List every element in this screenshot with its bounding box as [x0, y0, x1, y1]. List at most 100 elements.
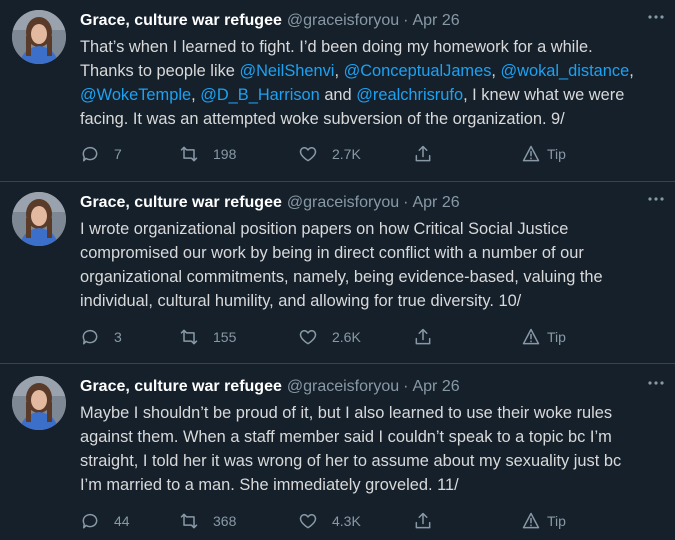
tweet-text-segment: I wrote organizational position papers o… [80, 220, 569, 238]
tweet-text-segment: , [334, 62, 344, 80]
reply-button[interactable]: 7 [80, 144, 122, 164]
more-options-icon[interactable] [644, 188, 668, 210]
tweet[interactable]: Grace, culture war refugee @graceisforyo… [0, 366, 675, 540]
reply-count: 44 [114, 513, 130, 529]
tweet-text-segment: , I knew what we were [463, 86, 625, 104]
tweet-text-line: I’m married to a man. She immediately gr… [80, 473, 662, 497]
tweet-text-segment: facing. It was an attempted woke subvers… [80, 110, 565, 128]
timeline: Grace, culture war refugee @graceisforyo… [0, 0, 675, 540]
tweet-text-line: @WokeTemple, @D_B_Harrison and @realchri… [80, 83, 662, 107]
like-button[interactable]: 2.6K [298, 327, 361, 347]
more-options-icon[interactable] [644, 6, 668, 28]
retweet-icon [180, 513, 198, 529]
like-count: 4.3K [332, 513, 361, 529]
tweet-date[interactable]: Apr 26 [412, 12, 459, 30]
tweet-text-line: compromised our work by being in direct … [80, 241, 662, 265]
retweet-button[interactable]: 198 [179, 144, 236, 164]
tweet-text-segment: individual, cultural humility, and allow… [80, 292, 522, 310]
tip-icon [522, 328, 540, 345]
tweet-text-segment: Thanks to people like [80, 62, 240, 80]
user-handle[interactable]: @graceisforyou [287, 378, 399, 396]
display-name[interactable]: Grace, culture war refugee [80, 194, 282, 212]
share-button[interactable] [413, 511, 433, 531]
tweet-text: I wrote organizational position papers o… [80, 217, 662, 313]
reply-count: 3 [114, 329, 122, 345]
retweet-button[interactable]: 368 [179, 511, 236, 531]
tip-button[interactable]: Tip [521, 144, 566, 164]
share-button[interactable] [413, 327, 433, 347]
tweet-text-segment: Maybe I shouldn’t be proud of it, but I … [80, 404, 613, 422]
avatar-photo [12, 10, 66, 64]
reply-button[interactable]: 44 [80, 511, 130, 531]
avatar[interactable] [12, 376, 66, 430]
mention-link[interactable]: @wokal_distance [501, 62, 630, 80]
tweet-text-segment: , [191, 86, 201, 104]
tweet[interactable]: Grace, culture war refugee @graceisforyo… [0, 182, 675, 364]
retweet-icon [180, 329, 198, 345]
tweet-text-segment: I’m married to a man. She immediately gr… [80, 476, 459, 494]
tweet[interactable]: Grace, culture war refugee @graceisforyo… [0, 0, 675, 182]
like-count: 2.7K [332, 146, 361, 162]
more-options-icon[interactable] [644, 372, 668, 394]
retweet-count: 155 [213, 329, 237, 345]
tweet-text: That’s when I learned to fight. I’d been… [80, 35, 662, 131]
tip-label: Tip [547, 513, 566, 529]
tweet-text-line: Maybe I shouldn’t be proud of it, but I … [80, 401, 662, 425]
tweet-text-segment: , [491, 62, 501, 80]
separator-dot: · [403, 194, 409, 211]
display-name[interactable]: Grace, culture war refugee [80, 378, 282, 396]
avatar[interactable] [12, 10, 66, 64]
like-button[interactable]: 2.7K [298, 144, 361, 164]
tweet-text-line: individual, cultural humility, and allow… [80, 289, 662, 313]
tweet-text-segment: , [629, 62, 634, 80]
tweet-text-segment: compromised our work by being in direct … [80, 244, 584, 262]
tweet-text: Maybe I shouldn’t be proud of it, but I … [80, 401, 662, 497]
retweet-count: 198 [213, 146, 237, 162]
tweet-text-segment: straight, I told her it was wrong of her… [80, 452, 622, 470]
tweet-text-line: organizational commitments, namely, bein… [80, 265, 662, 289]
tip-button[interactable]: Tip [521, 511, 566, 531]
mention-link[interactable]: @ConceptualJames [344, 62, 492, 80]
user-handle[interactable]: @graceisforyou [287, 12, 399, 30]
tip-button[interactable]: Tip [521, 327, 566, 347]
share-icon [415, 145, 431, 162]
tip-label: Tip [547, 329, 566, 345]
mention-link[interactable]: @NeilShenvi [239, 62, 334, 80]
share-icon [415, 512, 431, 529]
retweet-button[interactable]: 155 [179, 327, 236, 347]
tweet-text-line: against them. When a staff member said I… [80, 425, 662, 449]
user-handle[interactable]: @graceisforyou [287, 194, 399, 212]
like-button[interactable]: 4.3K [298, 511, 361, 531]
display-name[interactable]: Grace, culture war refugee [80, 12, 282, 30]
tweet-date[interactable]: Apr 26 [412, 378, 459, 396]
heart-icon [299, 330, 317, 345]
separator-dot: · [403, 378, 409, 395]
avatar[interactable] [12, 192, 66, 246]
tweet-actions: 3 155 2.6K Tip [80, 325, 580, 349]
tip-icon [522, 145, 540, 162]
tip-label: Tip [547, 146, 566, 162]
share-icon [415, 328, 431, 345]
tweet-actions: 44 368 4.3K Tip [80, 509, 580, 533]
tweet-header: Grace, culture war refugee @graceisforyo… [80, 376, 662, 398]
reply-button[interactable]: 3 [80, 327, 122, 347]
tweet-text-segment: organizational commitments, namely, bein… [80, 268, 603, 286]
reply-icon [82, 146, 98, 162]
mention-link[interactable]: @D_B_Harrison [200, 86, 320, 104]
tweet-header: Grace, culture war refugee @graceisforyo… [80, 192, 662, 214]
avatar-photo [12, 192, 66, 246]
tweet-text-line: That’s when I learned to fight. I’d been… [80, 35, 662, 59]
tweet-text-line: Thanks to people like @NeilShenvi, @Conc… [80, 59, 662, 83]
tweet-date[interactable]: Apr 26 [412, 194, 459, 212]
separator-dot: · [403, 12, 409, 29]
retweet-icon [180, 146, 198, 162]
share-button[interactable] [413, 144, 433, 164]
tweet-text-line: facing. It was an attempted woke subvers… [80, 107, 662, 131]
mention-link[interactable]: @WokeTemple [80, 86, 191, 104]
tip-icon [522, 512, 540, 529]
tweet-text-segment: against them. When a staff member said I… [80, 428, 612, 446]
reply-count: 7 [114, 146, 122, 162]
mention-link[interactable]: @realchrisrufo [356, 86, 463, 104]
like-count: 2.6K [332, 329, 361, 345]
avatar-photo [12, 376, 66, 430]
